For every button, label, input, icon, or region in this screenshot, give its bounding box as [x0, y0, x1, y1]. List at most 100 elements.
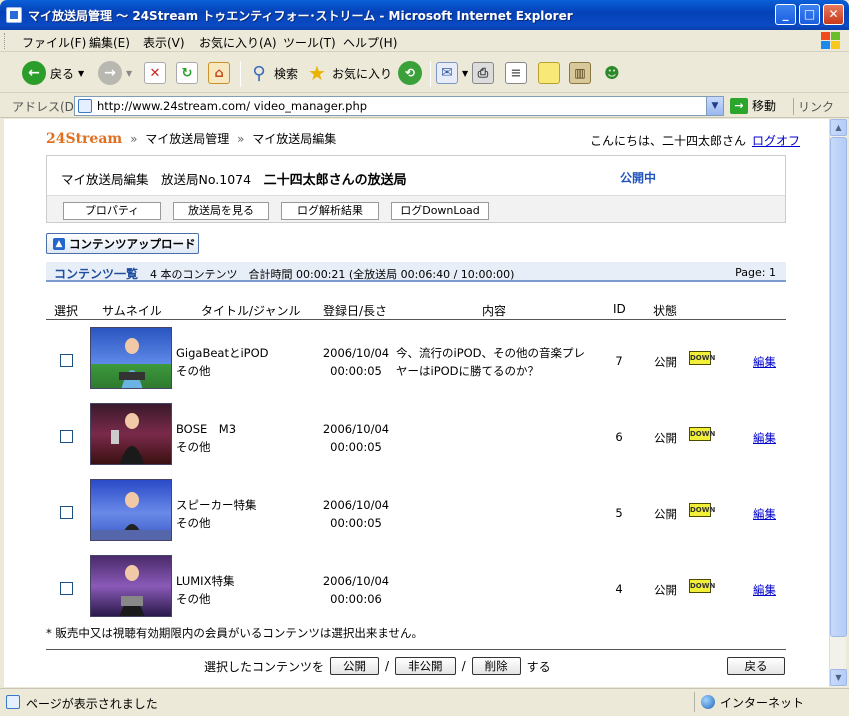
discuss-button[interactable]	[538, 59, 560, 87]
menu-view[interactable]: 表示(V)	[143, 34, 185, 51]
presenter-image	[119, 338, 145, 388]
site-logo[interactable]: 24Stream	[46, 131, 122, 147]
download-badge-icon: DOWN	[689, 503, 715, 517]
delete-button[interactable]: 削除	[471, 657, 521, 675]
history-button[interactable]: ⟲	[398, 59, 422, 87]
mail-button[interactable]: ✉ ▼	[436, 59, 468, 87]
video-thumbnail[interactable]	[90, 403, 172, 465]
go-arrow-icon: →	[730, 97, 748, 114]
breadcrumb-item-my-station-manage[interactable]: マイ放送局管理	[145, 132, 229, 146]
home-button[interactable]: ⌂	[208, 59, 230, 87]
select-checkbox[interactable]	[60, 354, 73, 367]
menu-bar: ファイル(F) 編集(E) 表示(V) お気に入り(A) ツール(T) ヘルプ(…	[0, 30, 849, 52]
back-button[interactable]: ← 戻る ▼	[22, 59, 84, 87]
menu-file[interactable]: ファイル(F)	[22, 34, 86, 51]
edit-link[interactable]: 編集	[753, 582, 776, 598]
mail-icon: ✉	[436, 62, 458, 84]
content-title: BOSE M3	[176, 422, 237, 436]
maximize-button[interactable]: □	[799, 4, 820, 25]
content-length: 00:00:05	[330, 516, 382, 530]
scrollbar-thumb[interactable]	[830, 137, 847, 637]
content-title: LUMIX特集	[176, 574, 235, 588]
refresh-icon: ↻	[176, 62, 198, 84]
minimize-button[interactable]: _	[775, 4, 796, 25]
page-content: 24Stream » マイ放送局管理 » マイ放送局編集 こんにちは、二十四太郎…	[4, 119, 829, 687]
log-download-button[interactable]: ログDownLoad	[391, 202, 489, 220]
forward-arrow-icon: →	[98, 61, 122, 85]
edit-link[interactable]: 編集	[753, 430, 776, 446]
unpublish-button[interactable]: 非公開	[395, 657, 456, 675]
search-button[interactable]: ⚲ 検索	[248, 59, 298, 87]
menu-help[interactable]: ヘルプ(H)	[343, 34, 397, 51]
download-badge-icon: DOWN	[689, 579, 715, 593]
station-header: マイ放送局編集 放送局No.1074 二十四太郎さんの放送局 公開中	[47, 156, 785, 196]
table-row: GigaBeatとiPOD その他 2006/10/04 00:00:05 今、流行…	[46, 324, 786, 400]
scroll-down-icon[interactable]: ▼	[830, 669, 847, 686]
links-toolbar[interactable]: リンク	[793, 98, 834, 115]
view-station-button[interactable]: 放送局を見る	[173, 202, 269, 220]
table-row: スピーカー特集 その他 2006/10/04 00:00:05 5 公開 DOWN …	[46, 476, 786, 552]
log-analysis-button[interactable]: ログ解析結果	[281, 202, 379, 220]
col-status: 状態	[653, 304, 678, 318]
col-thumbnail: サムネイル	[102, 304, 162, 318]
content-upload-button[interactable]: ▲ コンテンツアップロード	[46, 233, 199, 254]
star-icon: ★	[308, 61, 326, 85]
breadcrumb: 24Stream » マイ放送局管理 » マイ放送局編集	[46, 131, 337, 147]
col-id: ID	[613, 302, 626, 316]
logoff-link[interactable]: ログオフ	[752, 134, 800, 148]
actions-suffix: する	[526, 659, 551, 674]
research-button[interactable]: ▥	[569, 59, 591, 87]
presenter-image	[119, 565, 145, 616]
menu-edit[interactable]: 編集(E)	[89, 34, 130, 51]
menu-tools[interactable]: ツール(T)	[283, 34, 336, 51]
status-bar: ページが表示されました インターネット	[0, 688, 849, 716]
back-page-button[interactable]: 戻る	[727, 657, 785, 675]
select-checkbox[interactable]	[60, 582, 73, 595]
breadcrumb-item-my-station-edit: マイ放送局編集	[252, 132, 337, 146]
table-header: 選択 サムネイル タイトル/ジャンル 登録日/長さ 内容 ID 状態	[46, 300, 786, 320]
content-id: 4	[615, 582, 623, 596]
select-checkbox[interactable]	[60, 430, 73, 443]
col-select: 選択	[54, 304, 79, 318]
content-length: 00:00:05	[330, 364, 382, 378]
edit-page-button[interactable]: ≡	[505, 59, 527, 87]
publish-button[interactable]: 公開	[330, 657, 380, 675]
refresh-button[interactable]: ↻	[176, 59, 198, 87]
download-badge-icon: DOWN	[689, 427, 715, 441]
content-genre: その他	[176, 364, 211, 378]
content-status: 公開	[654, 355, 677, 369]
search-icon: ⚲	[252, 62, 266, 84]
window-title: マイ放送局管理 ～ 24Stream トゥエンティフォー･ストリーム - Mic…	[28, 9, 573, 23]
print-button[interactable]: ⎙	[472, 59, 494, 87]
video-thumbnail[interactable]	[90, 479, 172, 541]
chevron-down-icon: ▼	[462, 68, 469, 78]
edit-link[interactable]: 編集	[753, 354, 776, 370]
vertical-scrollbar[interactable]: ▲ ▼	[829, 119, 847, 687]
forward-button[interactable]: → ▼	[98, 59, 132, 87]
content-genre: その他	[176, 440, 211, 454]
stop-button[interactable]: ✕	[144, 59, 166, 87]
select-checkbox[interactable]	[60, 506, 73, 519]
address-input[interactable]: http://www.24stream.com/ video_manager.p…	[74, 96, 724, 116]
home-icon: ⌂	[208, 62, 230, 84]
content-date: 2006/10/04	[322, 422, 390, 436]
back-arrow-icon: ←	[22, 61, 46, 85]
upload-arrow-icon: ▲	[53, 237, 65, 250]
col-description: 内容	[482, 304, 507, 318]
favorites-button[interactable]: ★ お気に入り	[306, 59, 392, 87]
properties-button[interactable]: プロパティ	[63, 202, 161, 220]
video-thumbnail[interactable]	[90, 555, 172, 617]
go-button[interactable]: → 移動	[730, 97, 776, 114]
chevron-down-icon: ▼	[126, 68, 133, 78]
table-row: LUMIX特集 その他 2006/10/04 00:00:06 4 公開 DOWN …	[46, 552, 786, 628]
video-thumbnail[interactable]	[90, 327, 172, 389]
content-title: スピーカー特集	[176, 498, 257, 512]
chevron-down-icon: ▼	[78, 68, 85, 78]
presenter-image	[111, 413, 145, 464]
chevron-down-icon[interactable]: ▼	[706, 97, 723, 115]
scroll-up-icon[interactable]: ▲	[830, 119, 847, 136]
messenger-button[interactable]: ☻	[601, 59, 623, 87]
edit-link[interactable]: 編集	[753, 506, 776, 522]
close-button[interactable]: ✕	[823, 4, 844, 25]
menu-favorites[interactable]: お気に入り(A)	[199, 34, 277, 51]
